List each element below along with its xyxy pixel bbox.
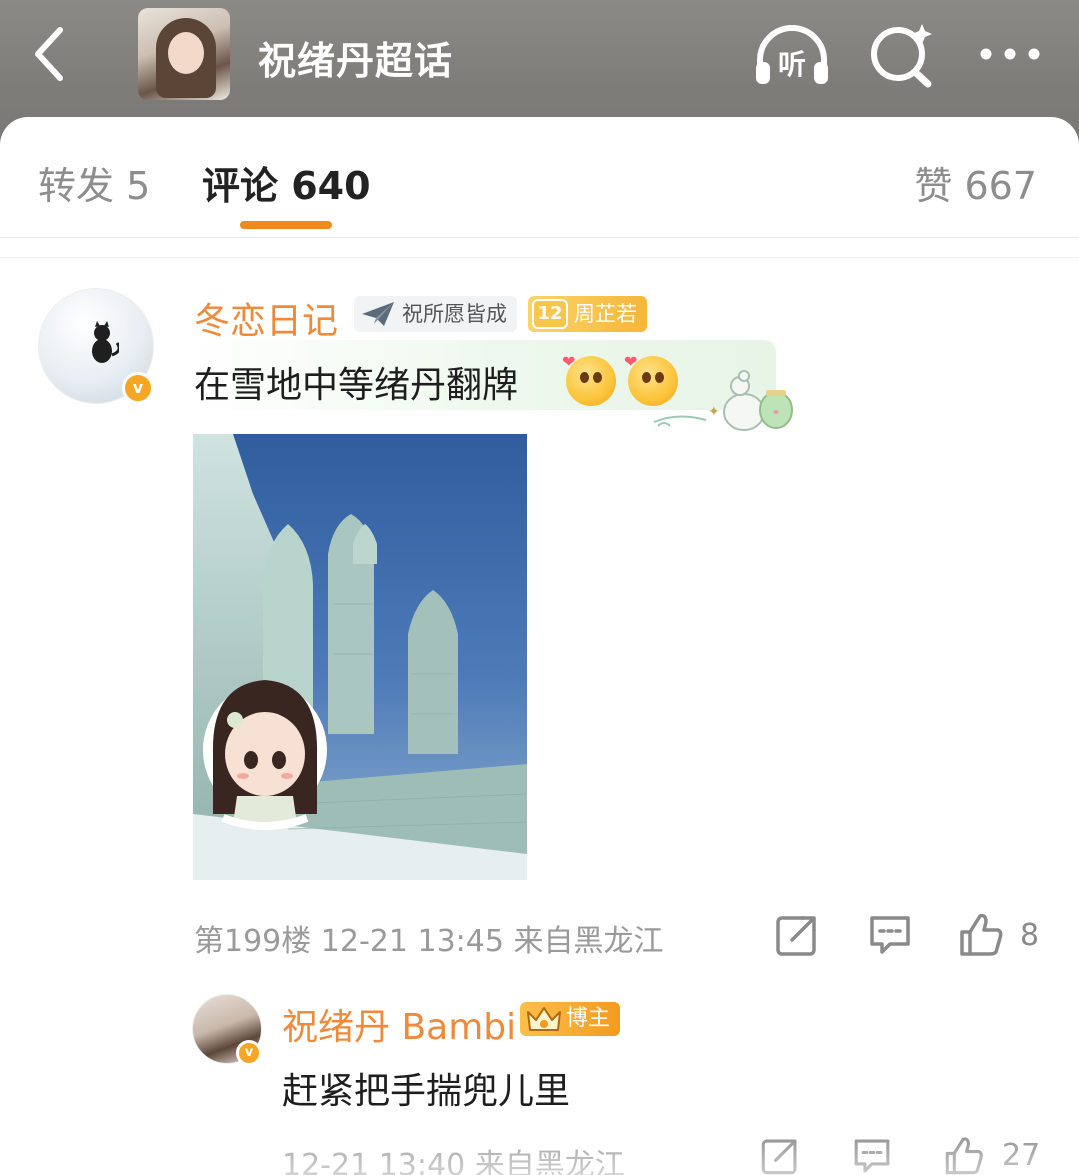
verified-badge: v (122, 372, 154, 404)
reply-user-name[interactable]: 祝绪丹 Bambi (282, 998, 516, 1050)
share-icon (776, 916, 816, 956)
svg-text:听: 听 (778, 48, 806, 81)
level-label: 周芷若 (574, 302, 637, 326)
divider (0, 237, 1079, 238)
tab-like[interactable]: 赞 667 (914, 155, 1037, 210)
svg-text:✦: ✦ (708, 404, 720, 420)
reply-like-button[interactable]: 27 (942, 1134, 1042, 1175)
paper-plane-icon (362, 302, 394, 326)
comment-photo[interactable] (193, 434, 527, 880)
like-count: 8 (1020, 918, 1040, 953)
reply-share-button[interactable] (758, 1134, 802, 1175)
more-button[interactable] (970, 20, 1050, 90)
tab-comment[interactable]: 评论 640 (202, 155, 371, 210)
fan-badge[interactable]: 祝所愿皆成 (354, 296, 517, 332)
share-icon (761, 1139, 797, 1175)
host-badge-label: 博主 (566, 1006, 611, 1031)
level-number: 12 (532, 299, 568, 329)
back-button[interactable] (26, 22, 76, 86)
topic-avatar[interactable] (138, 8, 230, 100)
crown-icon (527, 1007, 561, 1031)
host-badge: 博主 (520, 1002, 621, 1036)
search-sparkle-icon (871, 24, 932, 88)
ice-castle-image (193, 434, 527, 880)
chevron-left-icon (35, 27, 63, 81)
comment-icon (870, 916, 910, 954)
reply-text: 赶紧把手揣兜儿里 (282, 1071, 571, 1112)
reply-meta: 12-21 13:40 来自黑龙江 (282, 1148, 625, 1175)
reply-button[interactable] (866, 910, 914, 960)
thumbs-up-icon (960, 913, 1003, 956)
reply-like-count: 27 (1002, 1138, 1041, 1173)
comment-meta: 第199楼 12-21 13:45 来自黑龙江 (194, 924, 664, 959)
comment-icon (854, 1139, 890, 1173)
more-dots-icon (980, 48, 1040, 60)
shy-face-emoji-icon: ❤ (562, 352, 616, 406)
active-tab-indicator (240, 221, 332, 229)
search-button[interactable] (866, 20, 946, 90)
fan-badge-label: 祝所愿皆成 (402, 302, 507, 326)
verified-badge: v (236, 1040, 262, 1066)
reply-comment-button[interactable] (850, 1134, 894, 1175)
comment-text: 在雪地中等绪丹翻牌 (194, 365, 519, 406)
share-button[interactable] (774, 910, 820, 960)
divider (0, 257, 1079, 258)
topic-title[interactable]: 祝绪丹超话 (258, 30, 453, 85)
tab-bar: 转发 5 评论 640 赞 667 (0, 117, 1079, 237)
fan-level-badge[interactable]: 12 周芷若 (528, 296, 647, 332)
listen-button[interactable]: 听 (752, 20, 832, 90)
tab-repost[interactable]: 转发 5 (38, 155, 150, 210)
like-button[interactable]: 8 (958, 910, 1048, 960)
thumbs-up-icon (945, 1137, 983, 1175)
mouse-sticker-icon: ✦ (653, 370, 793, 431)
cat-silhouette (92, 321, 119, 363)
comment-user-name[interactable]: 冬恋日记 (194, 292, 338, 344)
headphones-icon: 听 (756, 25, 828, 84)
